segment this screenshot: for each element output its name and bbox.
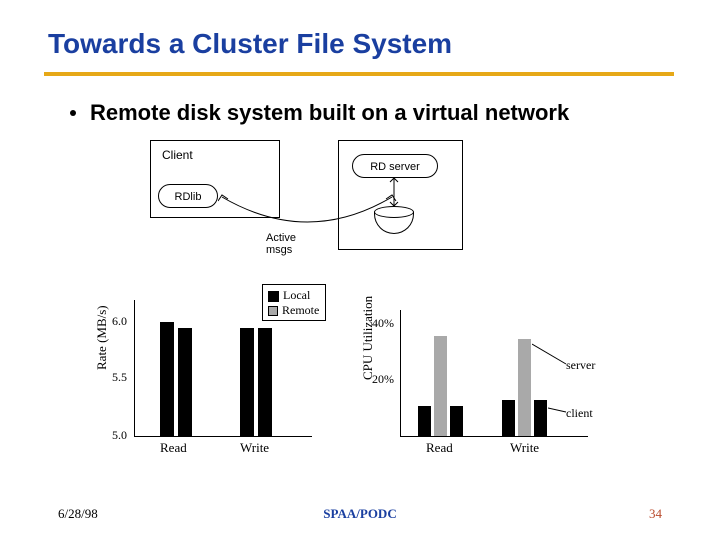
server-pointer-icon bbox=[532, 340, 568, 368]
cpu-bar-read-remote-client bbox=[450, 406, 463, 436]
cpu-ylabel: CPU Utilization bbox=[360, 296, 376, 380]
cpu-bar-read-local bbox=[418, 406, 431, 436]
active-msgs-arc-icon bbox=[218, 189, 398, 237]
cpu-bar-read-remote-server bbox=[434, 336, 447, 436]
rate-tick-1: 5.5 bbox=[112, 370, 127, 385]
rate-tick-0: 6.0 bbox=[112, 314, 127, 329]
mini-label-server: server bbox=[566, 358, 595, 373]
rate-bar-read-remote bbox=[178, 328, 192, 436]
cpu-chart: CPU Utilization 40% 20% Read Write serve… bbox=[374, 288, 604, 453]
cpu-cat-read: Read bbox=[426, 440, 453, 456]
bullet-dot-icon bbox=[70, 110, 76, 116]
active-msgs-label: Active msgs bbox=[266, 232, 296, 256]
rate-yaxis bbox=[134, 300, 135, 436]
cpu-yaxis bbox=[400, 310, 401, 436]
rdlib-box: RDlib bbox=[158, 184, 218, 208]
footer-venue: SPAA/PODC bbox=[0, 506, 720, 522]
rate-cat-write: Write bbox=[240, 440, 269, 456]
rate-bar-write-remote bbox=[258, 328, 272, 436]
cpu-tick-1: 20% bbox=[372, 372, 394, 387]
bullet-item: Remote disk system built on a virtual ne… bbox=[70, 100, 569, 126]
cpu-bar-write-local bbox=[502, 400, 515, 436]
client-pointer-icon bbox=[548, 406, 568, 416]
active-msgs-line2: msgs bbox=[266, 244, 292, 256]
rate-chart: Rate (MB/s) 6.0 5.5 5.0 Read Write bbox=[112, 288, 322, 453]
cpu-bar-write-remote-server bbox=[518, 339, 531, 436]
rdserver-box: RD server bbox=[352, 154, 438, 178]
rate-ylabel: Rate (MB/s) bbox=[94, 305, 110, 370]
cpu-tick-0: 40% bbox=[372, 316, 394, 331]
bullet-text: Remote disk system built on a virtual ne… bbox=[90, 100, 569, 125]
charts-area: Local Remote Rate (MB/s) 6.0 5.5 5.0 Rea… bbox=[112, 288, 612, 478]
mini-label-client: client bbox=[566, 406, 593, 421]
title-underline bbox=[44, 72, 674, 76]
client-label: Client bbox=[162, 148, 193, 162]
slide: Towards a Cluster File System Remote dis… bbox=[0, 0, 720, 540]
rate-cat-read: Read bbox=[160, 440, 187, 456]
architecture-diagram: Client RDlib RD server Active msgs bbox=[120, 140, 500, 270]
rate-bar-write-local bbox=[240, 328, 254, 436]
cpu-xaxis bbox=[400, 436, 588, 437]
cpu-cat-write: Write bbox=[510, 440, 539, 456]
rate-tick-2: 5.0 bbox=[112, 428, 127, 443]
rate-bar-read-local bbox=[160, 322, 174, 436]
rate-xaxis bbox=[134, 436, 312, 437]
footer-page-number: 34 bbox=[649, 506, 662, 522]
slide-title: Towards a Cluster File System bbox=[48, 28, 452, 60]
active-msgs-line1: Active bbox=[266, 232, 296, 244]
cpu-bar-write-remote-client bbox=[534, 400, 547, 436]
